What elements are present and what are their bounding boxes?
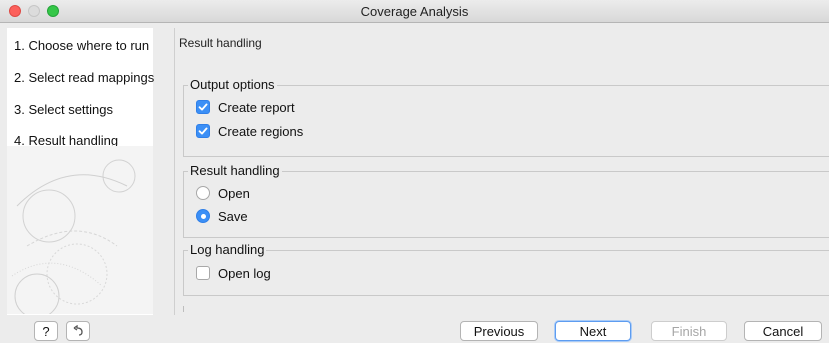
next-button[interactable]: Next xyxy=(555,321,631,341)
open-log-option[interactable]: Open log xyxy=(196,265,271,281)
result-handling-legend: Result handling xyxy=(188,163,282,178)
save-label: Save xyxy=(218,208,248,224)
finish-button[interactable]: Finish xyxy=(651,321,727,341)
create-regions-label: Create regions xyxy=(218,123,304,139)
window-title: Coverage Analysis xyxy=(360,4,469,19)
checkmark-icon xyxy=(198,103,208,111)
log-handling-legend: Log handling xyxy=(188,242,267,257)
reset-defaults-button[interactable] xyxy=(66,321,90,341)
output-options-group: Output options Create report Create regi… xyxy=(183,77,829,157)
log-handling-group: Log handling Open log xyxy=(183,242,829,296)
create-regions-checkbox[interactable] xyxy=(196,124,210,138)
section-title: Result handling xyxy=(179,36,262,50)
undo-arrow-icon xyxy=(73,325,83,336)
radio-selected-dot xyxy=(200,213,206,219)
previous-button[interactable]: Previous xyxy=(460,321,538,341)
panel-edge-marker xyxy=(183,306,184,312)
create-report-label: Create report xyxy=(218,99,295,115)
save-option[interactable]: Save xyxy=(196,208,248,224)
create-regions-option[interactable]: Create regions xyxy=(196,123,303,139)
open-radio[interactable] xyxy=(196,186,210,200)
step-select-read-mappings: 2. Select read mappings xyxy=(14,70,155,85)
create-report-option[interactable]: Create report xyxy=(196,99,295,115)
open-label: Open xyxy=(218,185,250,201)
button-bar: ? Previous Next Finish Cancel xyxy=(0,315,829,343)
create-report-checkbox[interactable] xyxy=(196,100,210,114)
title-bar: Coverage Analysis xyxy=(0,0,829,23)
wizard-sidebar: 1. Choose where to run 2. Select read ma… xyxy=(7,28,155,315)
checkmark-icon xyxy=(198,127,208,135)
open-option[interactable]: Open xyxy=(196,185,250,201)
cancel-button[interactable]: Cancel xyxy=(744,321,822,341)
open-log-checkbox[interactable] xyxy=(196,266,210,280)
step-select-settings: 3. Select settings xyxy=(14,102,113,117)
open-log-label: Open log xyxy=(218,265,271,281)
output-options-legend: Output options xyxy=(188,77,277,92)
save-radio[interactable] xyxy=(196,209,210,223)
decorative-swirl-logo xyxy=(7,146,153,314)
result-handling-group: Result handling Open Save xyxy=(183,163,829,238)
help-button[interactable]: ? xyxy=(34,321,58,341)
main-panel: Result handling Output options Create re… xyxy=(174,28,829,315)
step-choose-where-to-run: 1. Choose where to run xyxy=(14,38,150,53)
